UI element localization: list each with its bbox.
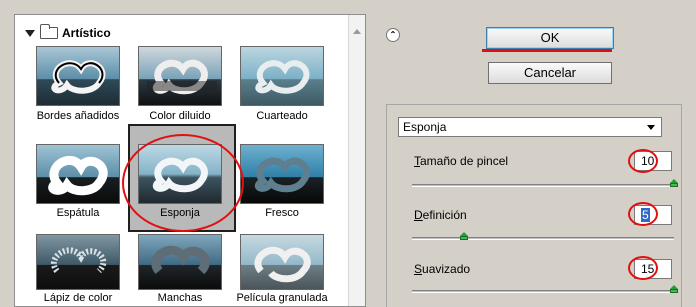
thumb-color-diluido[interactable] <box>138 46 222 106</box>
thumb-bordes-anadidos[interactable] <box>36 46 120 106</box>
category-label: Artístico <box>62 26 111 40</box>
tamano-pincel-slider-track[interactable] <box>412 184 674 187</box>
suavizado-slider-track[interactable] <box>412 290 674 293</box>
filter-label: Espátula <box>56 207 100 219</box>
thumb-manchas[interactable] <box>138 234 222 290</box>
filter-label: Fresco <box>265 207 299 219</box>
definicion-slider-knob[interactable] <box>460 232 469 240</box>
param-label-definicion: Definición <box>414 208 467 222</box>
annotation-circle-param <box>628 149 658 173</box>
annotation-circle-esponja <box>122 134 244 232</box>
filter-select[interactable]: Esponja <box>398 117 662 137</box>
param-label-suavizado: Suavizado <box>414 262 471 276</box>
filter-select-value: Esponja <box>403 120 447 134</box>
param-label-tamano-pincel: Tamaño de pincel <box>414 154 509 168</box>
filter-label: Manchas <box>157 292 203 304</box>
cancel-button[interactable]: Cancelar <box>488 62 612 84</box>
filter-label: Bordes añadidos <box>36 110 120 122</box>
filter-label: Lápiz de color <box>43 292 113 304</box>
tamano-pincel-slider-knob[interactable] <box>670 179 678 187</box>
filter-label: Color diluido <box>149 110 211 122</box>
scroll-up-arrow-icon[interactable] <box>353 29 361 34</box>
definicion-slider-track[interactable] <box>412 237 674 240</box>
filter-label: Cuarteado <box>256 110 308 122</box>
thumb-lapiz-de-color[interactable] <box>36 234 120 290</box>
chevron-down-icon[interactable] <box>647 125 655 130</box>
annotation-circle-param <box>628 202 658 226</box>
ok-button[interactable]: OK <box>486 27 614 49</box>
category-header-artistico[interactable]: Artístico <box>25 24 111 41</box>
collapse-chevron-icon[interactable]: ⌃ <box>386 28 400 42</box>
expand-triangle-icon[interactable] <box>25 29 35 37</box>
filter-label: Película granulada <box>236 292 328 304</box>
thumb-espatula[interactable] <box>36 144 120 204</box>
thumb-cuarteado[interactable] <box>240 46 324 106</box>
annotation-underline-ok <box>482 49 612 52</box>
folder-icon <box>40 24 58 39</box>
gallery-scrollbar[interactable] <box>348 15 365 306</box>
thumb-fresco[interactable] <box>240 144 324 204</box>
thumb-pelicula-granulada[interactable] <box>240 234 324 290</box>
annotation-circle-param <box>628 256 658 280</box>
suavizado-slider-knob[interactable] <box>670 285 678 293</box>
